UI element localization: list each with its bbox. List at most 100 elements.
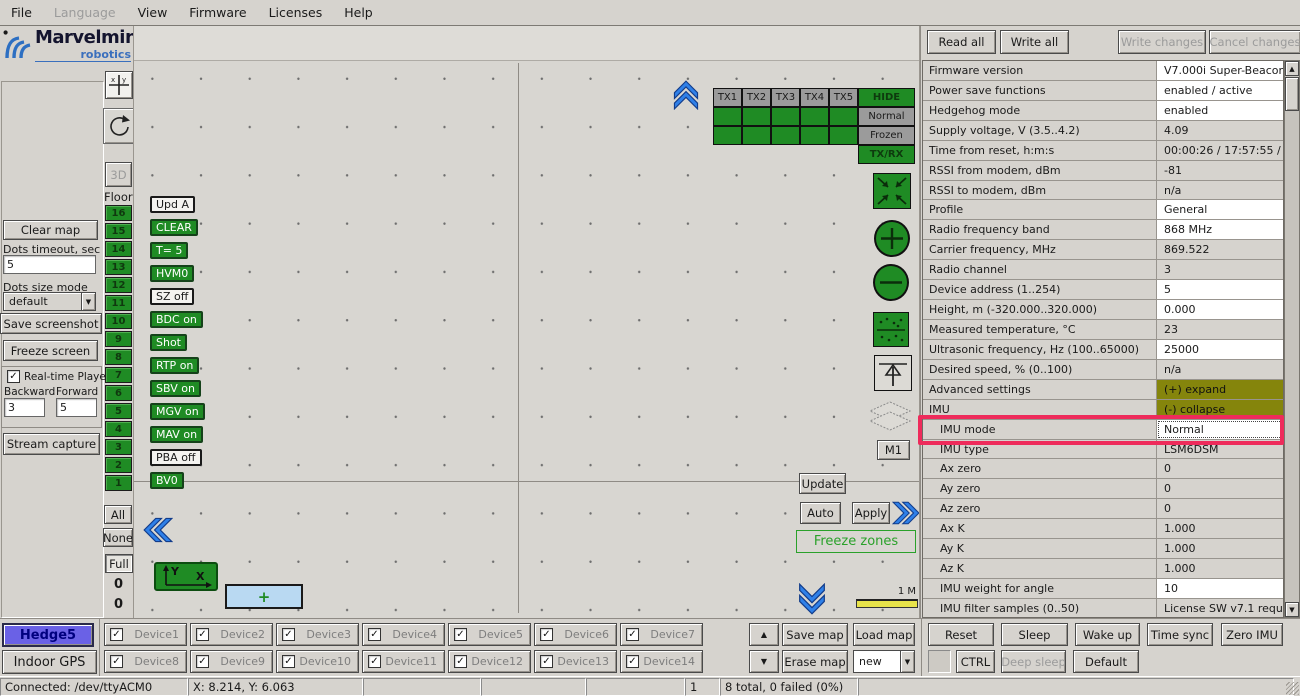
device-checkbox[interactable]: ✓: [540, 655, 553, 668]
param-value-advanced-settings[interactable]: (+) expand: [1157, 380, 1283, 399]
floor-button-12[interactable]: 12: [105, 277, 132, 293]
device-checkbox[interactable]: ✓: [626, 628, 639, 641]
write-all-button[interactable]: Write all: [1000, 30, 1069, 54]
floor-button-14[interactable]: 14: [105, 241, 132, 257]
default-button[interactable]: Default: [1073, 650, 1139, 673]
floor-button-6[interactable]: 6: [105, 385, 132, 401]
m1-button[interactable]: M1: [877, 440, 910, 460]
menu-file[interactable]: File: [0, 0, 43, 25]
map-canvas[interactable]: Upd ACLEART= 5HVM0SZ offBDC onShotRTP on…: [133, 26, 920, 618]
device-checkbox[interactable]: ✓: [282, 628, 295, 641]
floor-button-3[interactable]: 3: [105, 439, 132, 455]
param-value-imu-weight-for-angle[interactable]: 10: [1157, 579, 1283, 598]
param-value-height-m-320-000-320-000[interactable]: 0.000: [1157, 300, 1283, 319]
map-command-t-5[interactable]: T= 5: [150, 242, 188, 259]
scrollbar-thumb[interactable]: [1285, 77, 1299, 111]
param-value-imu[interactable]: (-) collapse: [1157, 400, 1283, 419]
tx-normal-button[interactable]: Normal: [858, 107, 915, 126]
device-checkbox[interactable]: ✓: [196, 655, 209, 668]
tx-header-tx5[interactable]: TX5: [829, 88, 858, 107]
realtime-player-checkbox[interactable]: ✓: [7, 370, 20, 383]
tx-cell[interactable]: [829, 107, 858, 126]
map-command-hvm0[interactable]: HVM0: [150, 265, 194, 282]
auto-button[interactable]: Auto: [800, 502, 841, 524]
param-value-supply-voltage-v-3-5-4-2[interactable]: 4.09: [1157, 121, 1283, 140]
menu-help[interactable]: Help: [333, 0, 384, 25]
load-map-button[interactable]: Load map: [853, 623, 915, 646]
menu-licenses[interactable]: Licenses: [258, 0, 334, 25]
param-value-imu-mode[interactable]: Normal: [1157, 420, 1283, 439]
clear-map-button[interactable]: Clear map: [3, 220, 98, 240]
map-command-bv0[interactable]: BV0: [150, 472, 184, 489]
resize-grip-icon[interactable]: [1286, 682, 1299, 695]
param-value-az-k[interactable]: 1.000: [1157, 559, 1283, 578]
floor-button-11[interactable]: 11: [105, 295, 132, 311]
tx-frozen-button[interactable]: Frozen: [858, 126, 915, 145]
expand-right-icon[interactable]: [892, 498, 920, 528]
device-checkbox[interactable]: ✓: [282, 655, 295, 668]
add-submap-button[interactable]: +: [225, 584, 303, 609]
param-value-ax-zero[interactable]: 0: [1157, 459, 1283, 478]
device-checkbox[interactable]: ✓: [110, 628, 123, 641]
floor-button-10[interactable]: 10: [105, 313, 132, 329]
freeze-screen-button[interactable]: Freeze screen: [3, 340, 98, 361]
tx-cell[interactable]: [800, 107, 829, 126]
floors-none-button[interactable]: None: [103, 528, 133, 547]
deep-sleep-button[interactable]: Deep sleep: [1001, 650, 1066, 673]
device-checkbox[interactable]: ✓: [540, 628, 553, 641]
device-checkbox[interactable]: ✓: [454, 655, 467, 668]
floors-full-button[interactable]: Full: [105, 554, 133, 573]
floor-button-13[interactable]: 13: [105, 259, 132, 275]
map-command-sbv-on[interactable]: SBV on: [150, 380, 201, 397]
rotate-map-button[interactable]: [103, 108, 136, 144]
zero-imu-button[interactable]: Zero IMU: [1221, 623, 1283, 646]
tx-header-tx3[interactable]: TX3: [771, 88, 800, 107]
collapse-up-icon[interactable]: [672, 80, 700, 110]
map-command-pba-off[interactable]: PBA off: [150, 449, 202, 466]
param-value-ax-k[interactable]: 1.000: [1157, 519, 1283, 538]
floor-button-2[interactable]: 2: [105, 457, 132, 473]
device-button-device13[interactable]: ✓Device13: [534, 650, 617, 673]
param-value-hedgehog-mode[interactable]: enabled: [1157, 101, 1283, 120]
tx-cell[interactable]: [713, 126, 742, 145]
zoom-in-button[interactable]: [874, 220, 910, 257]
param-value-time-from-reset-h-m-s[interactable]: 00:00:26 / 17:57:55 / (: [1157, 141, 1283, 160]
device-button-device7[interactable]: ✓Device7: [620, 623, 703, 646]
device-button-device9[interactable]: ✓Device9: [190, 650, 273, 673]
map-command-bdc-on[interactable]: BDC on: [150, 311, 203, 328]
device-checkbox[interactable]: ✓: [368, 655, 381, 668]
menu-view[interactable]: View: [127, 0, 179, 25]
floors-all-button[interactable]: All: [104, 505, 132, 524]
map-select[interactable]: new ▼: [853, 650, 915, 673]
erase-map-button[interactable]: Erase map: [782, 650, 848, 673]
param-value-radio-frequency-band[interactable]: 868 MHz: [1157, 220, 1283, 239]
forward-input[interactable]: 5: [56, 398, 97, 417]
param-value-ay-k[interactable]: 1.000: [1157, 539, 1283, 558]
device-button-device8[interactable]: ✓Device8: [104, 650, 187, 673]
zoom-out-button[interactable]: [873, 264, 909, 301]
wake-up-button[interactable]: Wake up: [1075, 623, 1140, 646]
device-checkbox[interactable]: ✓: [110, 655, 123, 668]
param-value-measured-temperature-c[interactable]: 23: [1157, 320, 1283, 339]
floor-button-4[interactable]: 4: [105, 421, 132, 437]
tx-cell[interactable]: [713, 107, 742, 126]
device-checkbox[interactable]: ✓: [626, 655, 639, 668]
floor-button-1[interactable]: 1: [105, 475, 132, 491]
param-value-device-address-1-254[interactable]: 5: [1157, 280, 1283, 299]
view-3d-button[interactable]: 3D: [105, 162, 132, 187]
floor-button-5[interactable]: 5: [105, 403, 132, 419]
freeze-zones-button[interactable]: Freeze zones: [796, 530, 916, 553]
hedge-device-button[interactable]: Hedge5: [2, 623, 94, 647]
stream-capture-button[interactable]: Stream capture: [3, 433, 100, 455]
tx-cell[interactable]: [800, 126, 829, 145]
tx-header-tx2[interactable]: TX2: [742, 88, 771, 107]
scroll-down-icon[interactable]: ▼: [1285, 602, 1299, 617]
param-value-carrier-frequency-mhz[interactable]: 869.522: [1157, 240, 1283, 259]
device-button-device14[interactable]: ✓Device14: [620, 650, 703, 673]
tx-cell[interactable]: [771, 107, 800, 126]
tx-header-tx1[interactable]: TX1: [713, 88, 742, 107]
param-value-rssi-from-modem-dbm[interactable]: -81: [1157, 161, 1283, 180]
param-value-imu-type[interactable]: LSM6DSM: [1157, 440, 1283, 459]
backward-input[interactable]: 3: [4, 398, 45, 417]
map-command-clear[interactable]: CLEAR: [150, 219, 198, 236]
